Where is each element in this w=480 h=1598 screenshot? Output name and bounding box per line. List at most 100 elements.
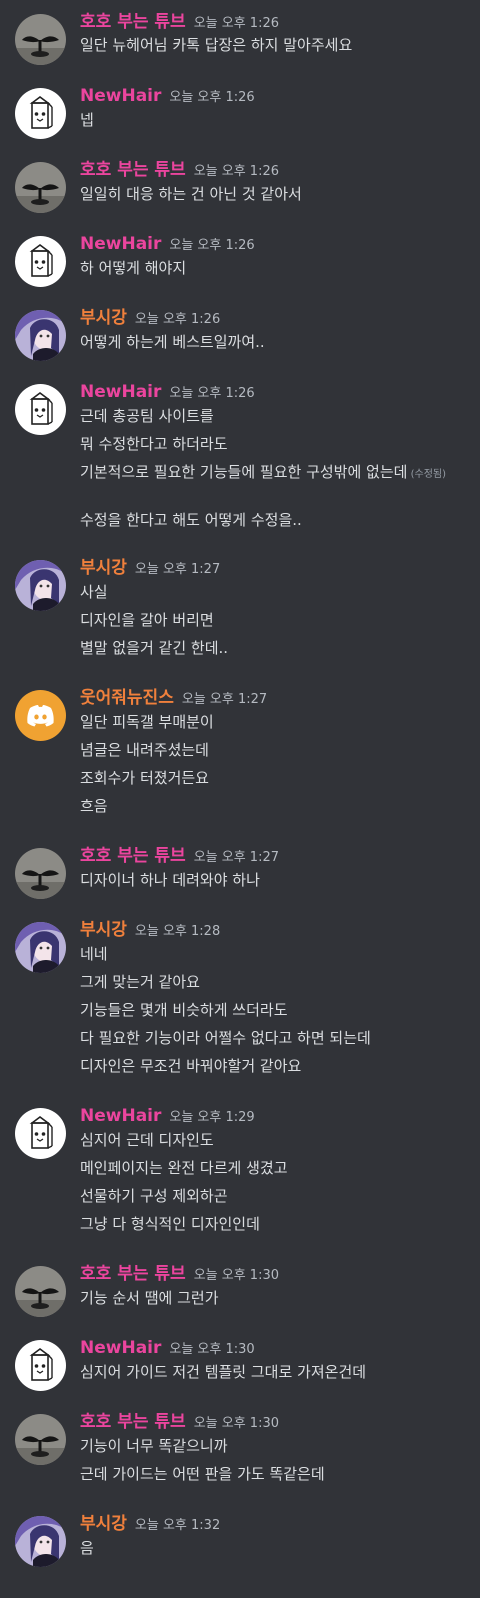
- message-text: 하 어떻게 해야지: [80, 258, 472, 278]
- message-text: 조회수가 터졌거든요: [80, 768, 472, 788]
- message-text: 수정을 한다고 해도 어떻게 수정을..: [80, 510, 472, 530]
- message-line: 근데 총공팀 사이트를: [80, 407, 214, 425]
- message-line: 선물하기 구성 제외하곤: [80, 1187, 228, 1205]
- timestamp: 오늘 오후 1:26: [169, 386, 255, 401]
- message-header: 호호 부는 튜브 오늘 오후 1:26: [80, 10, 279, 34]
- message-text: 음: [80, 1538, 472, 1558]
- message-line: 하 어떻게 해야지: [80, 259, 187, 277]
- message-line: 그냥 다 형식적인 디자인인데: [80, 1215, 260, 1233]
- timestamp: 오늘 오후 1:28: [134, 924, 221, 939]
- message-line: 사실: [80, 583, 108, 601]
- message-line: 일단 피독갤 부매분이: [80, 713, 214, 731]
- timestamp: 오늘 오후 1:26: [193, 164, 279, 179]
- message-header: NewHair 오늘 오후 1:29: [80, 1104, 255, 1128]
- username[interactable]: 호호 부는 튜브: [80, 12, 186, 32]
- milk-carton-avatar-icon[interactable]: [15, 1108, 66, 1159]
- timestamp: 오늘 오후 1:26: [193, 16, 279, 31]
- username[interactable]: 호호 부는 튜브: [80, 1412, 186, 1432]
- message-line: 근데 가이드는 어떤 판을 가도 똑같은데: [80, 1465, 325, 1483]
- milk-carton-avatar-icon[interactable]: [15, 384, 66, 435]
- message-line: 음: [80, 1539, 94, 1557]
- timestamp: 오늘 오후 1:30: [169, 1342, 255, 1357]
- timestamp: 오늘 오후 1:26: [169, 238, 255, 253]
- message-header: NewHair 오늘 오후 1:26: [80, 84, 255, 108]
- message-header: 호호 부는 튜브 오늘 오후 1:26: [80, 158, 279, 182]
- message-text: 어떻게 하는게 베스트일까여..: [80, 332, 472, 352]
- message-text: 뭐 수정한다고 하더라도: [80, 434, 472, 454]
- message-line: 그게 맞는거 같아요: [80, 973, 200, 991]
- message-line: 기능 순서 땜에 그런가: [80, 1289, 219, 1307]
- message-line: 흐음: [80, 797, 108, 815]
- username[interactable]: NewHair: [80, 1106, 161, 1126]
- message-text: 넵: [80, 110, 472, 130]
- message-text: 기능 순서 땜에 그런가: [80, 1288, 472, 1308]
- username[interactable]: 부시강: [80, 558, 127, 578]
- seedling-avatar-icon[interactable]: [15, 14, 66, 65]
- username[interactable]: 호호 부는 튜브: [80, 160, 186, 180]
- username[interactable]: NewHair: [80, 86, 161, 106]
- username[interactable]: NewHair: [80, 234, 161, 254]
- username[interactable]: 부시강: [80, 920, 127, 940]
- milk-carton-avatar-icon[interactable]: [15, 88, 66, 139]
- message-text: 기본적으로 필요한 기능들에 필요한 구성밖에 없는데 (수정됨): [80, 462, 472, 485]
- message-text: 별말 없을거 같긴 한데..: [80, 638, 472, 658]
- message-text: 네네: [80, 944, 472, 964]
- discord-logo-avatar-icon[interactable]: [15, 690, 66, 741]
- timestamp: 오늘 오후 1:29: [169, 1110, 255, 1125]
- username[interactable]: 웃어줘뉴진스: [80, 688, 174, 708]
- username[interactable]: NewHair: [80, 1338, 161, 1358]
- timestamp: 오늘 오후 1:27: [134, 562, 221, 577]
- anime-girl-avatar-icon[interactable]: [15, 560, 66, 611]
- message-header: NewHair 오늘 오후 1:26: [80, 380, 255, 404]
- message-header: 호호 부는 튜브 오늘 오후 1:27: [80, 844, 279, 868]
- anime-girl-avatar-icon[interactable]: [15, 922, 66, 973]
- message-line: 네네: [80, 945, 108, 963]
- timestamp: 오늘 오후 1:27: [181, 692, 268, 707]
- message-line: 심지어 가이드 저건 템플릿 그대로 가져온건데: [80, 1363, 367, 1381]
- message-text: 메인페이지는 완전 다르게 생겼고: [80, 1158, 472, 1178]
- message-header: 부시강 오늘 오후 1:28: [80, 918, 220, 942]
- seedling-avatar-icon[interactable]: [15, 1414, 66, 1465]
- message-line: 디자인을 갈아 버리면: [80, 611, 214, 629]
- message-line: 메인페이지는 완전 다르게 생겼고: [80, 1159, 288, 1177]
- message-text: 그게 맞는거 같아요: [80, 972, 472, 992]
- message-text: 다 필요한 기능이라 어쩔수 없다고 하면 되는데: [80, 1028, 472, 1048]
- username[interactable]: 부시강: [80, 1514, 127, 1534]
- message-header: 부시강 오늘 오후 1:26: [80, 306, 220, 330]
- edited-label: (수정됨): [407, 469, 447, 480]
- message-text: 사실: [80, 582, 472, 602]
- anime-girl-avatar-icon[interactable]: [15, 310, 66, 361]
- seedling-avatar-icon[interactable]: [15, 162, 66, 213]
- seedling-avatar-icon[interactable]: [15, 1266, 66, 1317]
- message-line: 어떻게 하는게 베스트일까여..: [80, 333, 265, 351]
- timestamp: 오늘 오후 1:30: [193, 1416, 279, 1431]
- username[interactable]: 호호 부는 튜브: [80, 1264, 186, 1284]
- message-text: 디자인을 갈아 버리면: [80, 610, 472, 630]
- username[interactable]: NewHair: [80, 382, 161, 402]
- message-line: 조회수가 터졌거든요: [80, 769, 209, 787]
- message-text: 일단 피독갤 부매분이: [80, 712, 472, 732]
- message-line: 심지어 근데 디자인도: [80, 1131, 214, 1149]
- message-header: NewHair 오늘 오후 1:26: [80, 232, 255, 256]
- message-header: 호호 부는 튜브 오늘 오후 1:30: [80, 1262, 279, 1286]
- username[interactable]: 부시강: [80, 308, 127, 328]
- message-line: 념글은 내려주셨는데: [80, 741, 209, 759]
- message-text: 일단 뉴헤어님 카톡 답장은 하지 말아주세요: [80, 35, 472, 55]
- anime-girl-avatar-icon[interactable]: [15, 1516, 66, 1567]
- message-line: 기능이 너무 똑같으니까: [80, 1437, 228, 1455]
- seedling-avatar-icon[interactable]: [15, 848, 66, 899]
- timestamp: 오늘 오후 1:32: [134, 1518, 221, 1533]
- milk-carton-avatar-icon[interactable]: [15, 236, 66, 287]
- username[interactable]: 호호 부는 튜브: [80, 846, 186, 866]
- message-header: 웃어줘뉴진스 오늘 오후 1:27: [80, 686, 267, 710]
- message-text: 디자인은 무조건 바꿔야할거 같아요: [80, 1056, 472, 1076]
- timestamp: 오늘 오후 1:26: [134, 312, 221, 327]
- message-line: 별말 없을거 같긴 한데..: [80, 639, 229, 657]
- message-text: 념글은 내려주셨는데: [80, 740, 472, 760]
- message-line: 일단 뉴헤어님 카톡 답장은 하지 말아주세요: [80, 36, 353, 54]
- message-text: 기능들은 몇개 비슷하게 쓰더라도: [80, 1000, 472, 1020]
- milk-carton-avatar-icon[interactable]: [15, 1340, 66, 1391]
- timestamp: 오늘 오후 1:27: [193, 850, 279, 865]
- message-text: 근데 총공팀 사이트를: [80, 406, 472, 426]
- message-header: 부시강 오늘 오후 1:27: [80, 556, 220, 580]
